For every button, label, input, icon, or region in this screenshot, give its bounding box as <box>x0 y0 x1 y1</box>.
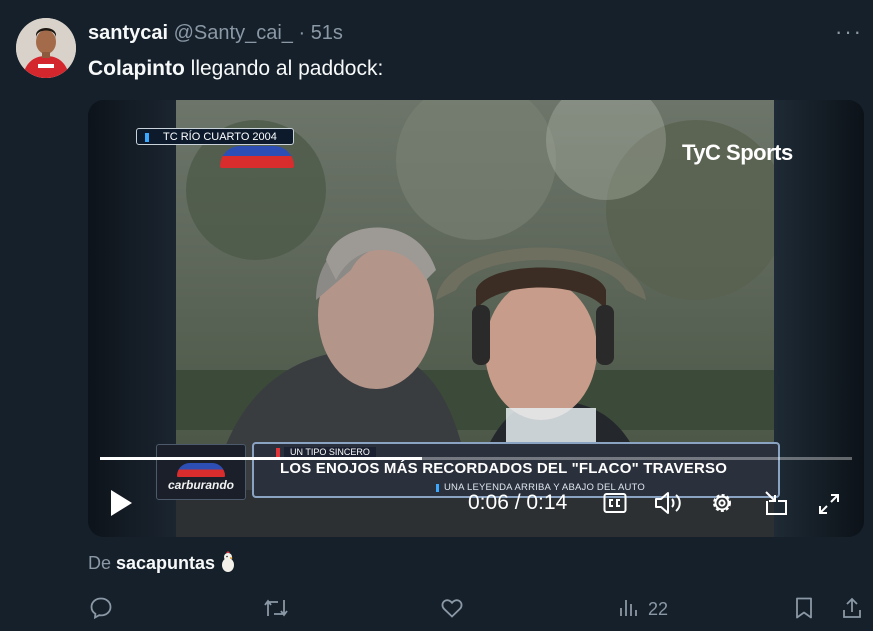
user-handle[interactable]: @Santy_cai_ <box>174 22 293 44</box>
avatar-image <box>16 18 76 78</box>
subtitle-mark <box>436 484 439 492</box>
tweet-text: Colapinto llegando al paddock: <box>88 55 383 83</box>
settings-gear-icon[interactable] <box>709 490 735 516</box>
display-name[interactable]: santycai <box>88 22 168 44</box>
volume-icon[interactable] <box>654 490 684 516</box>
program-logo-arc <box>177 463 225 477</box>
views-count: 22 <box>648 599 669 619</box>
tweet-text-rest: llegando al paddock: <box>184 57 384 80</box>
lower-third-bar: UN TIPO SINCERO LOS ENOJOS MÁS RECORDADO… <box>252 442 780 498</box>
event-badge-text: TC RÍO CUARTO 2004 <box>163 131 277 143</box>
tweet-header: santycai @Santy_cai_ · 51s <box>88 20 343 46</box>
event-badge-mark <box>145 133 149 142</box>
kicker-mark <box>276 448 280 457</box>
fullscreen-icon[interactable] <box>818 493 840 515</box>
like-icon[interactable] <box>440 596 464 625</box>
more-icon[interactable]: ··· <box>835 21 863 43</box>
bookmark-icon[interactable] <box>793 596 815 625</box>
lower-third-title: LOS ENOJOS MÁS RECORDADOS DEL "FLACO" TR… <box>280 460 728 477</box>
tweet-text-bold: Colapinto <box>88 57 185 80</box>
program-logo: carburando <box>156 444 246 500</box>
timestamp[interactable]: 51s <box>311 22 343 44</box>
reply-icon[interactable] <box>89 596 113 625</box>
source-attribution: De sacapuntas <box>88 551 235 574</box>
chick-emoji-icon <box>221 551 235 573</box>
video-player[interactable]: TC RÍO CUARTO 2004 TyC Sports carburando… <box>88 100 864 537</box>
program-logo-text: carburando <box>167 478 234 492</box>
tweet-actions: 22 <box>0 592 873 628</box>
dock-icon[interactable] <box>763 489 789 517</box>
avatar[interactable] <box>16 18 76 78</box>
play-icon[interactable] <box>108 488 134 518</box>
event-logo <box>220 146 294 168</box>
source-prefix: De <box>88 553 117 573</box>
retweet-icon[interactable] <box>263 596 289 625</box>
separator-dot: · <box>298 22 306 44</box>
source-name[interactable]: sacapuntas <box>116 553 215 573</box>
video-progress-bar[interactable] <box>100 457 852 460</box>
views-icon[interactable] <box>618 596 640 625</box>
video-progress-fill <box>100 457 423 460</box>
time-readout: 0:06 / 0:14 <box>468 491 568 514</box>
channel-watermark: TyC Sports <box>682 140 793 165</box>
event-badge: TC RÍO CUARTO 2004 <box>136 128 294 145</box>
share-icon[interactable] <box>840 596 864 625</box>
closed-captions-icon[interactable] <box>603 492 627 514</box>
